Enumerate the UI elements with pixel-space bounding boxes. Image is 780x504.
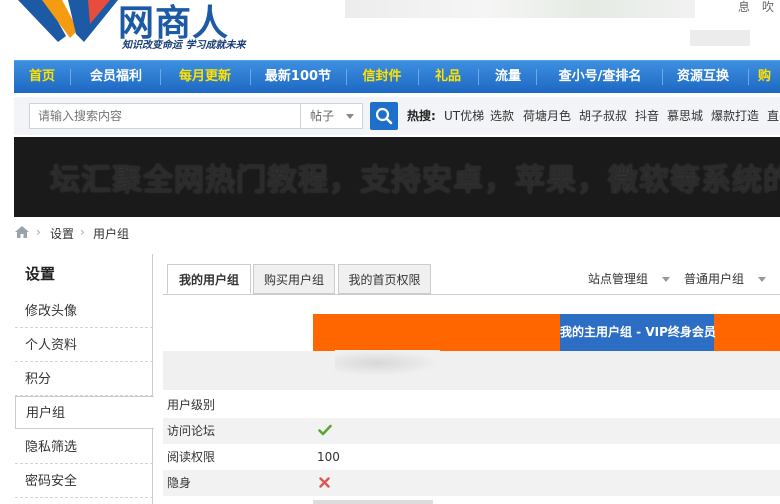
tab-my-usergroup[interactable]: 我的用户组 — [167, 264, 251, 294]
hot-search-label: 热搜: — [407, 109, 436, 123]
search-button[interactable] — [370, 102, 398, 130]
nav-item-traffic[interactable]: 流量 — [486, 61, 530, 93]
table-row: 阅读权限 100 — [163, 444, 780, 470]
breadcrumb-separator: › — [36, 225, 41, 239]
logo-v-icon[interactable] — [18, 0, 118, 42]
top-link-2[interactable]: 吹 — [762, 0, 774, 15]
search-type-select[interactable]: 帖子 — [301, 103, 363, 129]
sidebar-item-password[interactable]: 密码安全 — [15, 465, 153, 498]
usergroup-name-row — [163, 351, 780, 390]
hot-search-link[interactable]: 慕思城 — [667, 107, 703, 124]
breadcrumb-separator: › — [80, 225, 85, 239]
sidebar-title: 设置 — [25, 265, 56, 283]
nav-divider — [250, 69, 251, 85]
nav-item-monthly-update[interactable]: 每月更新 — [168, 61, 242, 93]
nav-item-resource-swap[interactable]: 资源互换 — [668, 61, 738, 93]
group-dropdown-admin[interactable]: 站点管理组 — [588, 264, 671, 294]
banner-text: 坛汇聚全网热门教程，支持安卓，苹果，微软等系统的软 — [50, 163, 780, 198]
nav-divider — [418, 69, 419, 85]
hot-search-link[interactable]: 选款 — [490, 107, 514, 124]
chevron-down-icon — [346, 114, 354, 119]
top-bar-blurred-2 — [690, 30, 750, 46]
cross-icon — [319, 477, 330, 488]
nav-divider — [478, 69, 479, 85]
nav-item-envelope[interactable]: 信封件 — [354, 61, 410, 93]
table-row: 访问论坛 — [163, 418, 780, 444]
group-dropdown-label: 站点管理组 — [588, 272, 649, 286]
group-dropdown-user[interactable]: 普通用户组 — [684, 264, 767, 294]
table-row: 隐身 — [163, 470, 780, 496]
nav-divider — [662, 69, 663, 85]
nav-divider — [748, 69, 749, 85]
nav-item-buy[interactable]: 购 — [758, 61, 780, 93]
chevron-down-icon — [662, 277, 671, 282]
row-value: 100 — [317, 450, 340, 464]
nav-item-latest-100[interactable]: 最新100节 — [258, 61, 338, 93]
nav-item-member-benefits[interactable]: 会员福利 — [80, 61, 152, 93]
sidebar-item-usergroup[interactable]: 用户组 — [15, 396, 154, 429]
search-type-value: 帖子 — [310, 109, 335, 123]
row-label: 用户级别 — [167, 398, 216, 412]
blurred-username — [335, 350, 440, 376]
row-label: 隐身 — [167, 476, 192, 490]
tab-home-permissions[interactable]: 我的首页权限 — [338, 264, 431, 294]
home-icon[interactable] — [15, 226, 29, 238]
sidebar-item-avatar[interactable]: 修改头像 — [15, 295, 153, 328]
nav-item-gifts[interactable]: 礼品 — [426, 61, 470, 93]
sidebar-item-privacy[interactable]: 隐私筛选 — [15, 431, 153, 464]
check-icon — [318, 424, 332, 436]
hot-search-link[interactable]: 胡子叔叔 — [579, 107, 627, 124]
chevron-down-icon — [758, 277, 767, 282]
group-dropdown-label: 普通用户组 — [684, 272, 745, 286]
top-bar-blurred — [345, 0, 695, 18]
search-input[interactable] — [29, 103, 301, 129]
nav-divider — [160, 69, 161, 85]
nav-divider — [70, 69, 71, 85]
search-icon — [375, 107, 393, 125]
logo-slogan: 知识改变命运 学习成就未来 — [122, 40, 246, 51]
main-usergroup-header: 我的主用户组 - VIP终身会员 — [560, 314, 716, 351]
promo-banner[interactable]: 坛汇聚全网热门教程，支持安卓，苹果，微软等系统的软 — [14, 137, 780, 217]
nav-divider — [536, 69, 537, 85]
hot-search-link[interactable]: 荷塘月色 — [523, 107, 571, 124]
tab-divider — [163, 294, 780, 295]
nav-item-lookup[interactable]: 查小号/查排名 — [544, 61, 656, 93]
sidebar-item-profile[interactable]: 个人资料 — [15, 329, 153, 362]
breadcrumb-item[interactable]: 设置 — [50, 225, 74, 242]
hot-search-link[interactable]: 抖音 — [635, 107, 659, 124]
row-label: 阅读权限 — [167, 450, 216, 464]
breadcrumb-item[interactable]: 用户组 — [93, 225, 129, 242]
nav-item-home[interactable]: 首页 — [22, 61, 62, 93]
nav-divider — [346, 69, 347, 85]
sidebar-item-credits[interactable]: 积分 — [15, 363, 153, 396]
top-link[interactable]: 息 — [738, 0, 750, 15]
blurred-row-content — [313, 500, 433, 504]
tab-buy-usergroup[interactable]: 购买用户组 — [253, 264, 335, 294]
table-row: 用户级别 — [163, 392, 780, 418]
main-nav: 首页 会员福利 每月更新 最新100节 信封件 礼品 流量 查小号/查排名 资源… — [14, 60, 780, 93]
hot-search-link[interactable]: 直 — [767, 107, 779, 124]
hot-search-link[interactable]: UT优梯 — [444, 107, 484, 124]
row-label: 访问论坛 — [167, 424, 216, 438]
hot-search-link[interactable]: 爆款打造 — [711, 107, 759, 124]
site-header: 网商人 知识改变命运 学习成就未来 息 吹 — [0, 0, 780, 60]
